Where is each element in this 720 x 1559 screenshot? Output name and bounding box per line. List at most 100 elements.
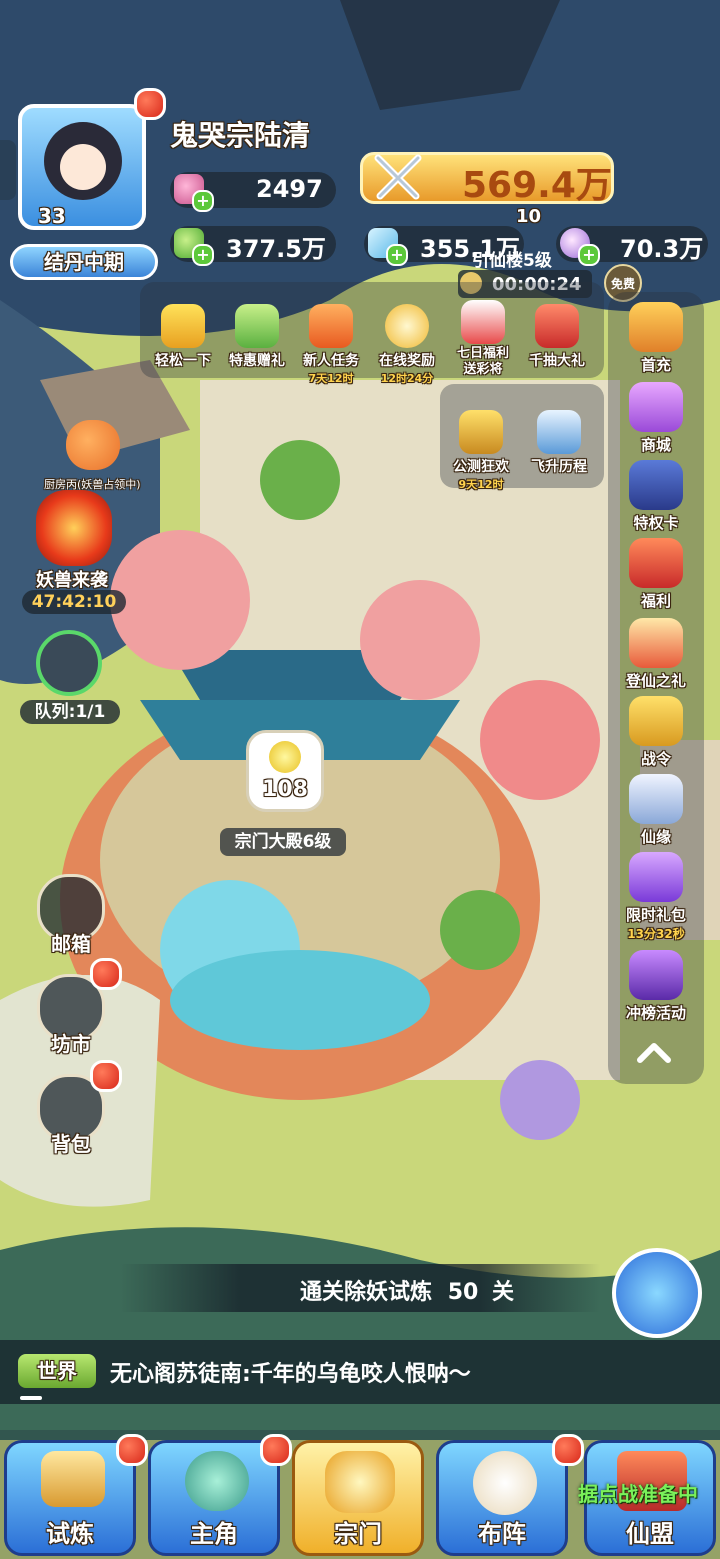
player-avatar[interactable]: 33 — [18, 104, 146, 230]
activity-launch-carnival-label: 公测狂欢 — [453, 459, 509, 475]
chat-channel-tag[interactable]: 世界 — [18, 1354, 96, 1388]
jade-add-icon[interactable]: + — [192, 244, 214, 266]
menu-privilege-card-label: 特权卡 — [633, 514, 679, 532]
gift-bag-icon — [235, 304, 279, 348]
menu-welfare-label: 福利 — [640, 592, 671, 610]
player-level: 33 — [38, 204, 66, 228]
chat-channel-label: 世界 — [37, 1359, 77, 1383]
menu-shop[interactable]: 商城 — [614, 382, 698, 455]
quest-unit: 关 — [491, 1280, 514, 1305]
activity-online-reward-timer: 12时24分 — [380, 372, 434, 385]
welfare-bag-icon — [629, 538, 683, 588]
combat-power-value: 569.4万 — [462, 165, 612, 206]
activity-newbie-task-timer: 7天12时 — [308, 372, 354, 385]
building-top-name: 引仙楼5级 — [472, 251, 552, 271]
mountain-icon — [537, 410, 581, 454]
gem-add-icon[interactable]: + — [578, 244, 600, 266]
avatar-face-icon — [44, 122, 122, 200]
sect-hall-badge[interactable]: 108 — [246, 730, 324, 812]
quest-scroll-icon[interactable] — [612, 1248, 702, 1338]
immortal-fate-icon — [629, 774, 683, 824]
nav-sect-label: 宗门 — [334, 1520, 382, 1548]
beast-attack-timer: 47:42:10 — [31, 592, 117, 612]
queue-hammer-icon[interactable] — [36, 630, 102, 696]
gift-box-icon — [535, 304, 579, 348]
realm-badge[interactable]: 结丹中期 — [10, 244, 158, 280]
limited-pack-icon — [629, 852, 683, 902]
formation-notification-dot — [552, 1434, 584, 1466]
activity-relax-label: 轻松一下 — [155, 353, 211, 369]
activity-ascension[interactable]: 飞升历程 — [522, 410, 596, 476]
mail-button[interactable]: 邮箱 — [36, 874, 106, 957]
trial-notification-dot — [116, 1434, 148, 1466]
menu-first-charge[interactable]: 首充 — [614, 302, 698, 375]
alliance-tip: 据点战准备中 — [578, 1482, 698, 1506]
sect-hall-count: 108 — [262, 777, 308, 802]
chat-page-indicator — [20, 1396, 42, 1400]
sect-hall-name-bar: 宗门大殿6级 — [220, 828, 346, 856]
menu-battle-pass[interactable]: 战令 — [614, 696, 698, 769]
sect-icon — [325, 1451, 395, 1513]
building-top-badge: 10 — [516, 206, 542, 227]
free-tag-label: 免费 — [610, 277, 635, 291]
chat-message: 无心阁苏徒南:千年的乌龟咬人恨呐～ — [110, 1362, 471, 1387]
bag-notification-dot — [90, 1060, 122, 1092]
mail-label: 邮箱 — [51, 932, 91, 956]
menu-ascension-gift-label: 登仙之礼 — [625, 672, 686, 690]
first-charge-icon — [629, 302, 683, 352]
nav-sect[interactable]: 宗门 — [292, 1440, 424, 1556]
player-name: 鬼哭宗陆清 — [170, 119, 311, 152]
menu-ascension-gift[interactable]: 登仙之礼 — [614, 618, 698, 691]
nav-trial-label: 试炼 — [46, 1520, 94, 1548]
queue-label-bar: 队列:1/1 — [20, 700, 120, 724]
realm-label: 结丹中期 — [44, 250, 124, 274]
beast-attack-icon[interactable] — [36, 490, 112, 566]
side-collapse-tab[interactable] — [0, 140, 16, 200]
peach-add-icon[interactable]: + — [192, 190, 214, 212]
quest-text: 通关除妖试炼 — [300, 1280, 433, 1305]
activity-seven-day-label: 七日福利 送彩将 — [456, 346, 509, 377]
activity-special-gift[interactable]: 特惠赠礼 — [220, 304, 294, 370]
hero-notification-dot — [260, 1434, 292, 1466]
menu-shop-label: 商城 — [640, 436, 671, 454]
nav-formation[interactable]: 布阵 — [436, 1440, 568, 1556]
market-notification-dot — [90, 958, 122, 990]
avatar-notification-dot — [134, 88, 166, 120]
menu-ranking[interactable]: 冲榜活动 — [614, 950, 698, 1023]
battle-pass-icon — [629, 696, 683, 746]
sect-hall-orb-icon — [269, 741, 301, 773]
activity-relax[interactable]: 轻松一下 — [146, 304, 220, 370]
menu-immortal-fate[interactable]: 仙缘 — [614, 774, 698, 847]
ascension-gift-icon — [629, 618, 683, 668]
activity-seven-day[interactable]: 七日福利 送彩将 — [446, 300, 520, 378]
activity-launch-carnival-timer: 9天12时 — [458, 478, 504, 491]
menu-battle-pass-label: 战令 — [640, 750, 671, 768]
menu-limited-pack-label: 限时礼包 — [625, 906, 686, 924]
queue-label: 队列:1/1 — [34, 702, 106, 722]
menu-immortal-fate-label: 仙缘 — [640, 828, 671, 846]
crystal-add-icon[interactable]: + — [386, 244, 408, 266]
menu-welfare[interactable]: 福利 — [614, 538, 698, 611]
quest-count: 50 — [447, 1280, 479, 1305]
beast-attack-timer-bar: 47:42:10 — [22, 590, 126, 614]
activity-thousand-draw[interactable]: 千抽大礼 — [520, 304, 594, 370]
menu-limited-pack[interactable]: 限时礼包 13分32秒 — [614, 852, 698, 942]
bag-label: 背包 — [51, 1132, 91, 1156]
hero-icon — [185, 1451, 249, 1511]
activity-online-reward[interactable]: 在线奖励 12时24分 — [370, 304, 444, 386]
peach-value: 2497 — [256, 175, 323, 203]
market-label: 坊市 — [51, 1032, 91, 1056]
activity-online-reward-label: 在线奖励 — [379, 353, 435, 369]
collapse-menu-chevron-icon[interactable] — [632, 1030, 676, 1074]
quest-banner[interactable]: 通关除妖试炼 50 关 — [120, 1264, 600, 1312]
nav-hero-label: 主角 — [190, 1520, 238, 1548]
nav-formation-label: 布阵 — [478, 1520, 526, 1548]
gem-value: 70.3万 — [620, 235, 704, 263]
activity-newbie-task[interactable]: 新人任务 7天12时 — [294, 304, 368, 386]
treasure-icon — [459, 410, 503, 454]
activity-launch-carnival[interactable]: 公测狂欢 9天12时 — [444, 410, 518, 492]
menu-privilege-card[interactable]: 特权卡 — [614, 460, 698, 533]
kitchen-building-icon[interactable] — [66, 420, 120, 470]
ranking-icon — [629, 950, 683, 1000]
activity-ascension-label: 飞升历程 — [531, 459, 587, 475]
